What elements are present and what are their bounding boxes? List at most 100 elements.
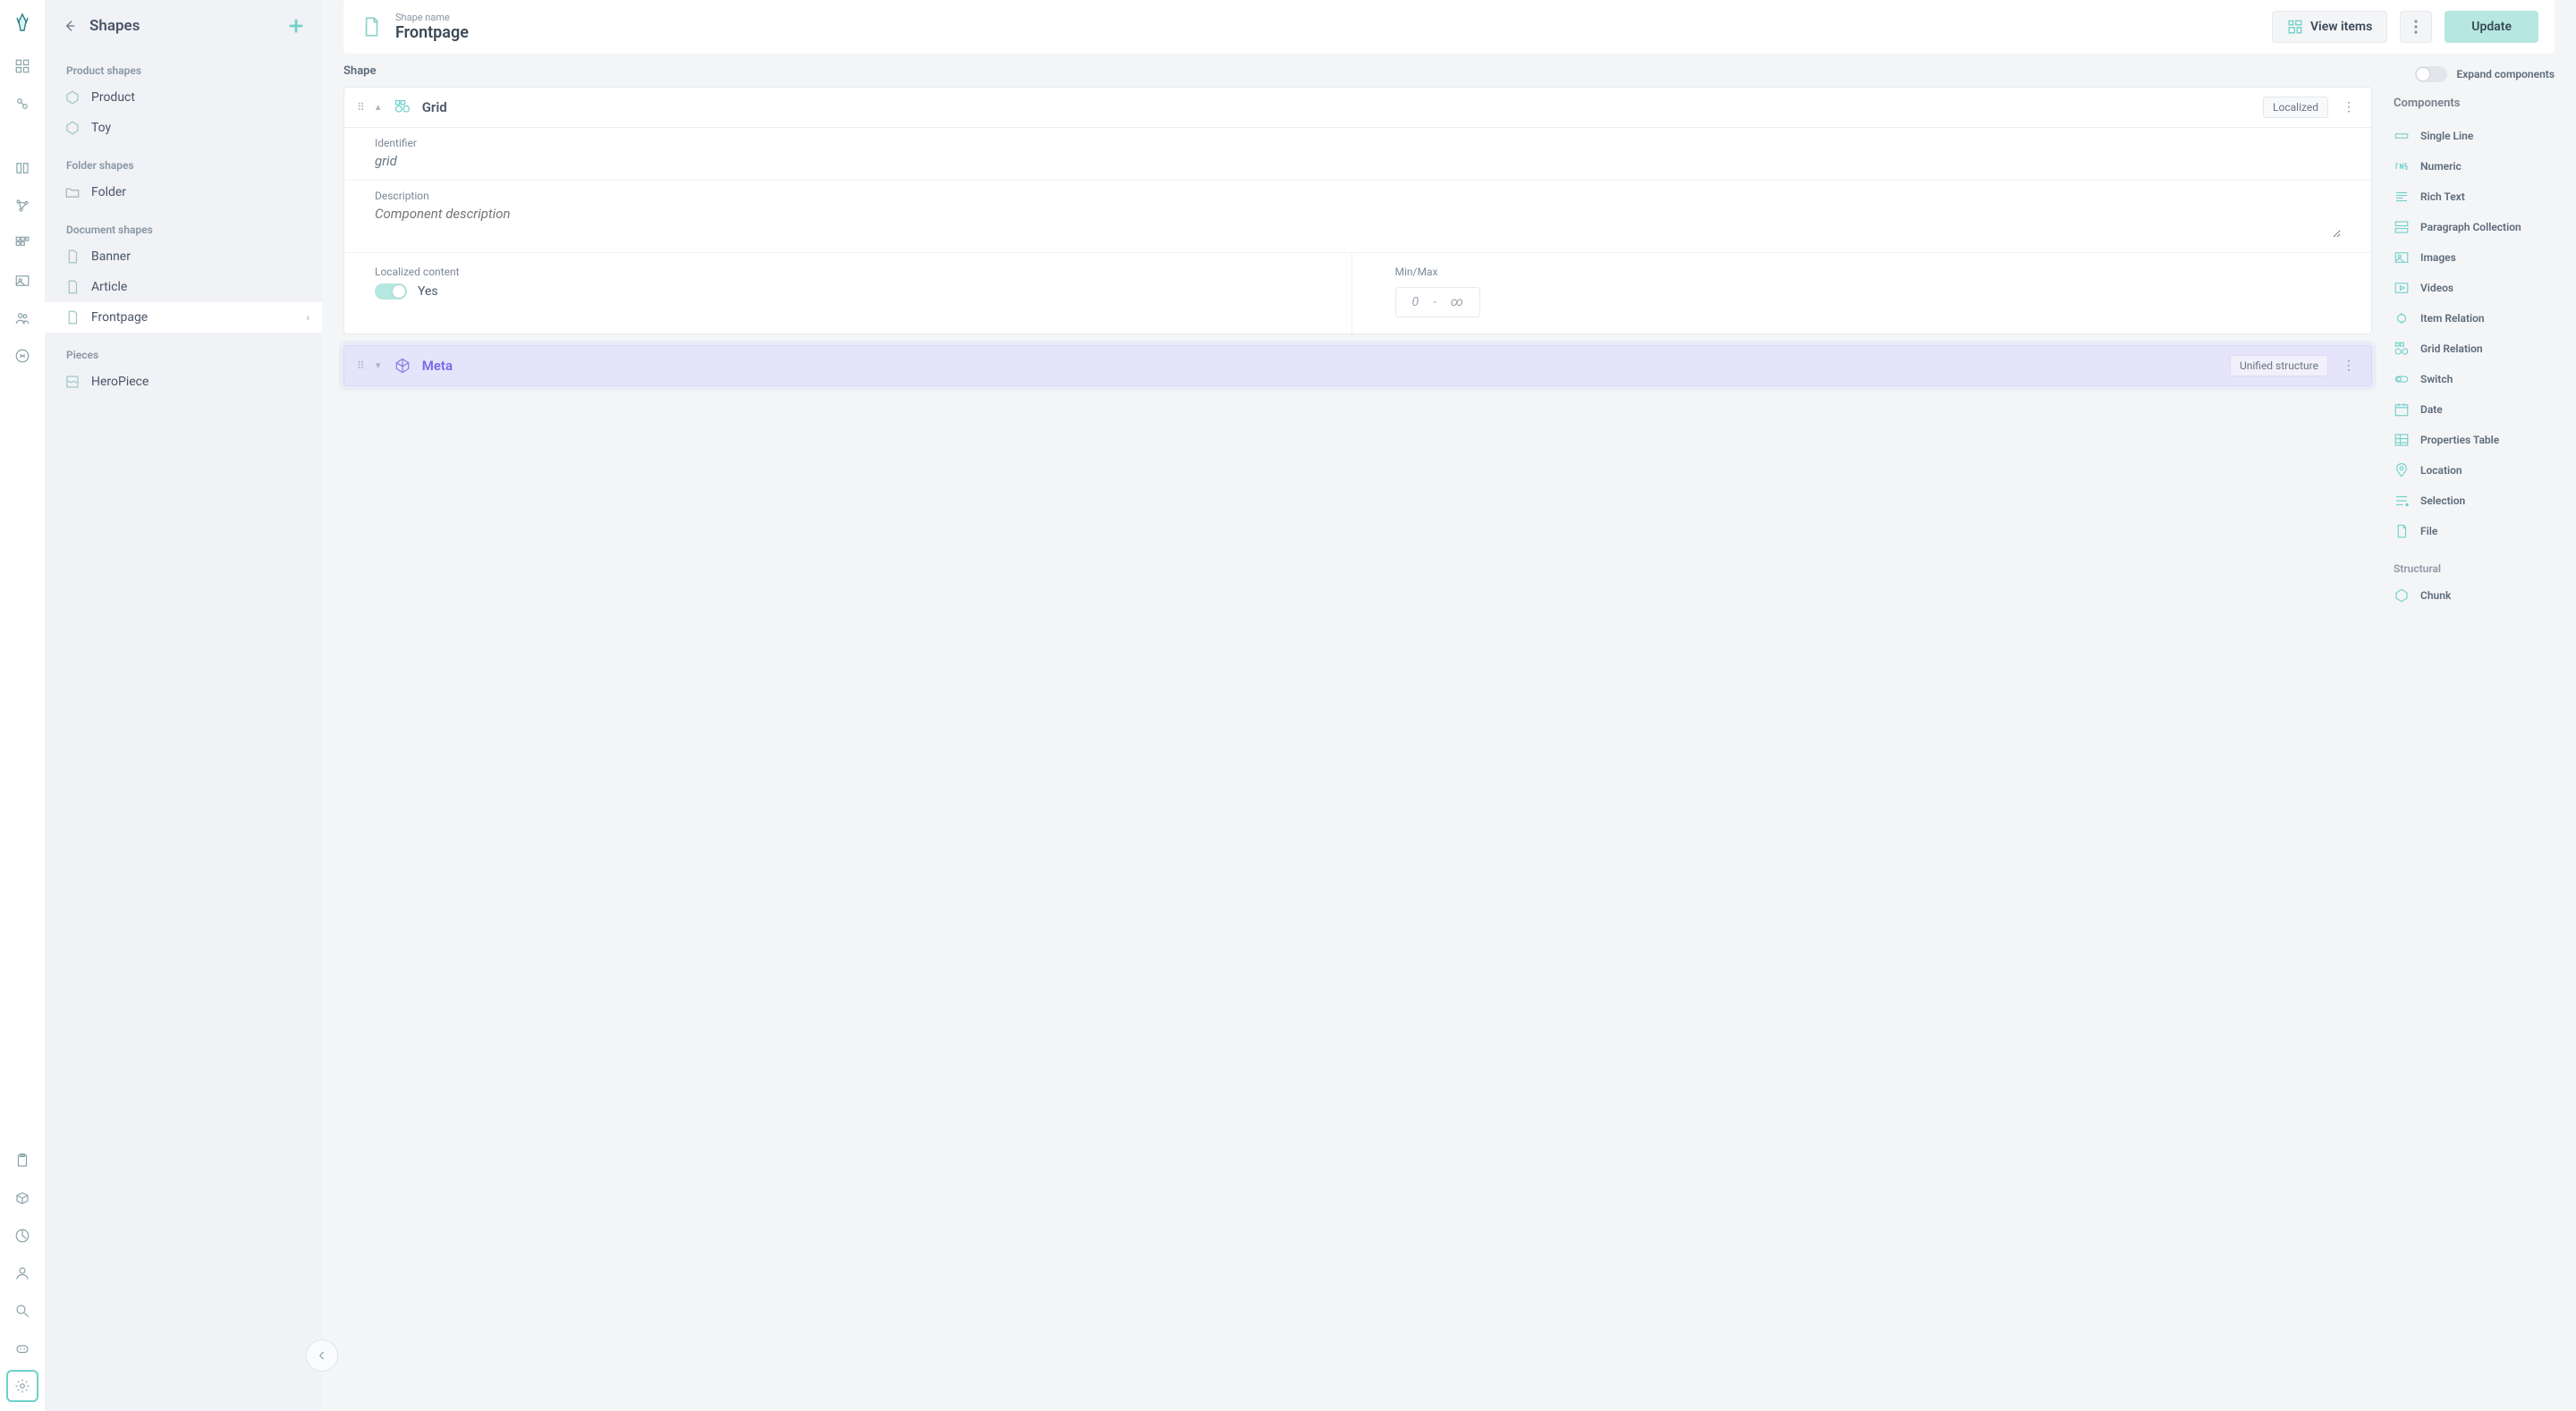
rail-analytics[interactable] bbox=[6, 1220, 38, 1252]
view-items-label: View items bbox=[2310, 20, 2372, 34]
identifier-value[interactable]: grid bbox=[375, 153, 2341, 169]
topbar: Shape name Frontpage View items Update bbox=[343, 0, 2555, 54]
rail-clipboard[interactable] bbox=[6, 1145, 38, 1177]
rail-graph[interactable] bbox=[6, 190, 38, 222]
description-input[interactable] bbox=[375, 206, 2341, 238]
chunk-icon bbox=[394, 357, 411, 375]
section-document-shapes: Document shapes bbox=[45, 207, 322, 241]
localized-yes-label: Yes bbox=[418, 284, 438, 299]
rail-box[interactable] bbox=[6, 1182, 38, 1214]
rail-dashboard[interactable] bbox=[6, 50, 38, 82]
shape-item-label: Banner bbox=[91, 249, 131, 264]
component-chunk[interactable]: Chunk bbox=[2394, 580, 2555, 611]
component-numeric[interactable]: Numeric bbox=[2394, 151, 2555, 182]
collapse-sidebar-button[interactable] bbox=[306, 1339, 338, 1372]
shape-item-label: Product bbox=[91, 90, 135, 105]
document-icon bbox=[64, 279, 80, 295]
component-title[interactable]: Meta bbox=[422, 358, 2219, 374]
expand-down-icon[interactable]: ▼ bbox=[374, 361, 383, 371]
components-panel: Expand components Components Single Line… bbox=[2394, 64, 2555, 611]
component-grid-relation[interactable]: Grid Relation bbox=[2394, 334, 2555, 364]
component-title[interactable]: Grid bbox=[422, 99, 2252, 115]
piece-icon bbox=[64, 374, 80, 390]
rail-media[interactable] bbox=[6, 265, 38, 297]
component-videos[interactable]: Videos bbox=[2394, 273, 2555, 303]
component-rich-text[interactable]: Rich Text bbox=[2394, 182, 2555, 212]
chevron-left-icon: ‹ bbox=[306, 311, 309, 324]
component-images[interactable]: Images bbox=[2394, 242, 2555, 273]
rail-settings[interactable] bbox=[6, 1370, 38, 1402]
shape-item-label: Frontpage bbox=[91, 310, 148, 325]
component-paragraph-collection[interactable]: Paragraph Collection bbox=[2394, 212, 2555, 242]
localized-badge: Localized bbox=[2263, 97, 2328, 118]
localized-toggle[interactable] bbox=[375, 283, 407, 300]
section-product-shapes: Product shapes bbox=[45, 48, 322, 82]
document-icon bbox=[360, 15, 383, 38]
component-menu-button[interactable]: ⋮ bbox=[2339, 100, 2359, 114]
component-switch[interactable]: Switch bbox=[2394, 364, 2555, 394]
component-card-grid: ⠿ ▲ Grid Localized ⋮ Identifier grid Des… bbox=[343, 87, 2372, 334]
shape-item-label: Folder bbox=[91, 185, 126, 199]
update-button[interactable]: Update bbox=[2445, 11, 2538, 43]
product-icon bbox=[64, 89, 80, 106]
localized-content-label: Localized content bbox=[375, 266, 1321, 278]
min-placeholder: 0 bbox=[1412, 295, 1419, 309]
document-icon bbox=[64, 249, 80, 265]
rail-promo[interactable] bbox=[6, 340, 38, 372]
back-button[interactable] bbox=[59, 15, 80, 37]
add-shape-button[interactable] bbox=[284, 14, 308, 38]
identifier-label: Identifier bbox=[375, 137, 2341, 149]
document-icon bbox=[64, 309, 80, 325]
unified-structure-badge: Unified structure bbox=[2230, 355, 2328, 376]
rail-search[interactable] bbox=[6, 1295, 38, 1327]
items-icon bbox=[2287, 19, 2303, 35]
shape-item-banner[interactable]: Banner bbox=[45, 241, 322, 272]
title-eyebrow: Shape name bbox=[395, 12, 2259, 23]
dash: - bbox=[1433, 295, 1436, 309]
folder-icon bbox=[64, 184, 80, 200]
rail-translate[interactable] bbox=[6, 1332, 38, 1365]
expand-components-toggle[interactable] bbox=[2415, 66, 2447, 82]
shape-item-article[interactable]: Article bbox=[45, 272, 322, 302]
component-item-relation[interactable]: Item Relation bbox=[2394, 303, 2555, 334]
shape-item-toy[interactable]: Toy bbox=[45, 113, 322, 143]
drag-handle-icon[interactable]: ⠿ bbox=[357, 101, 363, 114]
product-icon bbox=[64, 120, 80, 136]
shape-item-product[interactable]: Product bbox=[45, 82, 322, 113]
shape-item-folder[interactable]: Folder bbox=[45, 177, 322, 207]
max-placeholder: ∞ bbox=[1451, 295, 1463, 309]
component-file[interactable]: File bbox=[2394, 516, 2555, 546]
shape-item-frontpage[interactable]: Frontpage ‹ bbox=[45, 302, 322, 333]
rail-catalog[interactable] bbox=[6, 152, 38, 184]
component-properties-table[interactable]: Properties Table bbox=[2394, 425, 2555, 455]
components-title: Components bbox=[2394, 97, 2555, 110]
drag-handle-icon[interactable]: ⠿ bbox=[357, 359, 363, 372]
component-location[interactable]: Location bbox=[2394, 455, 2555, 486]
shape-item-label: Toy bbox=[91, 121, 111, 135]
component-single-line[interactable]: Single Line bbox=[2394, 121, 2555, 151]
component-selection[interactable]: Selection bbox=[2394, 486, 2555, 516]
rail-connect[interactable] bbox=[6, 88, 38, 120]
shape-item-heropiece[interactable]: HeroPiece bbox=[45, 367, 322, 397]
expand-components-label: Expand components bbox=[2456, 68, 2555, 80]
shape-item-label: Article bbox=[91, 280, 127, 294]
section-pieces: Pieces bbox=[45, 333, 322, 367]
component-menu-button[interactable]: ⋮ bbox=[2339, 359, 2359, 373]
more-menu-button[interactable] bbox=[2400, 11, 2432, 43]
rail-user[interactable] bbox=[6, 1257, 38, 1289]
main: Shape name Frontpage View items Update S… bbox=[322, 0, 2576, 1411]
rail-grid[interactable] bbox=[6, 227, 38, 259]
icon-rail bbox=[0, 0, 45, 1411]
minmax-input[interactable]: 0 - ∞ bbox=[1395, 287, 1480, 317]
sidebar-title: Shapes bbox=[89, 17, 275, 35]
shape-item-label: HeroPiece bbox=[91, 375, 148, 389]
grid-relation-icon bbox=[394, 98, 411, 116]
description-label: Description bbox=[375, 190, 2341, 202]
minmax-label: Min/Max bbox=[1395, 266, 2342, 278]
rail-users[interactable] bbox=[6, 302, 38, 334]
component-date[interactable]: Date bbox=[2394, 394, 2555, 425]
section-folder-shapes: Folder shapes bbox=[45, 143, 322, 177]
collapse-up-icon[interactable]: ▲ bbox=[374, 103, 383, 113]
view-items-button[interactable]: View items bbox=[2272, 11, 2387, 43]
shape-name[interactable]: Frontpage bbox=[395, 23, 2259, 42]
